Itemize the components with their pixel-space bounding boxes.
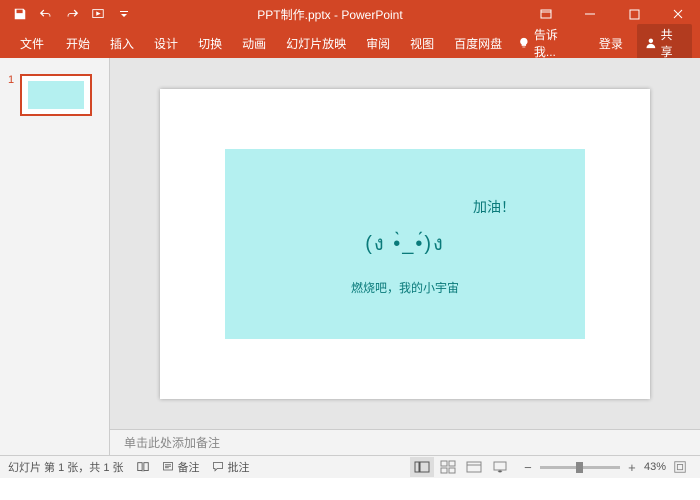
zoom-slider[interactable] [540,466,620,469]
editor-area: 加油！ (ง •̀_•́)ง 燃烧吧，我的小宇宙 单击此处添加备注 [110,58,700,455]
notes-icon [162,461,174,473]
tab-insert[interactable]: 插入 [100,29,144,57]
slide-counter: 幻灯片 第 1 张，共 1 张 [8,459,124,475]
tab-animations[interactable]: 动画 [232,29,276,57]
slide-viewport[interactable]: 加油！ (ง •̀_•́)ง 燃烧吧，我的小宇宙 [110,58,700,429]
login-button[interactable]: 登录 [589,29,633,57]
document-filename: PPT制作.pptx [257,8,330,22]
zoom-slider-thumb[interactable] [576,462,583,473]
thumbnail-preview[interactable] [20,74,92,116]
slide-sorter-view-button[interactable] [436,457,460,477]
status-bar: 幻灯片 第 1 张，共 1 张 备注 批注 − + 43% [0,455,700,478]
slide-text-line1: 加油！ [473,197,515,217]
qat-customize-button[interactable] [112,2,136,26]
undo-button[interactable] [34,2,58,26]
fit-to-window-button[interactable] [668,457,692,477]
spellcheck-button[interactable] [136,460,150,474]
zoom-control: − + 43% [522,460,666,475]
tab-design[interactable]: 设计 [144,29,188,57]
thumbnail-number: 1 [8,74,14,116]
tab-slideshow[interactable]: 幻灯片放映 [276,29,356,57]
slide-text-line3: 燃烧吧，我的小宇宙 [225,279,585,296]
zoom-out-button[interactable]: − [522,460,534,475]
ribbon-tabs: 文件 开始 插入 设计 切换 动画 幻灯片放映 审阅 视图 百度网盘 告诉我..… [0,28,700,58]
thumbnail-item[interactable]: 1 [8,74,101,116]
tab-file[interactable]: 文件 [8,29,56,57]
notes-toggle-button[interactable]: 备注 [162,459,200,475]
workspace: 1 加油！ (ง •̀_•́)ง 燃烧吧，我的小宇宙 单击此处添加备注 [0,58,700,455]
app-name: PowerPoint [341,8,402,22]
quick-access-toolbar [0,2,136,26]
person-icon [645,37,657,49]
tab-view[interactable]: 视图 [400,29,444,57]
normal-view-button[interactable] [410,457,434,477]
window-title: PPT制作.pptx - PowerPoint [136,6,524,23]
zoom-in-button[interactable]: + [626,460,638,475]
comments-toggle-button[interactable]: 批注 [212,459,250,475]
slideshow-view-button[interactable] [488,457,512,477]
slide-thumbnail-panel[interactable]: 1 [0,58,110,455]
tab-baidu-netdisk[interactable]: 百度网盘 [444,29,512,57]
book-icon [136,460,150,474]
tab-home[interactable]: 开始 [56,29,100,57]
tell-me-search[interactable]: 告诉我... [512,26,585,60]
notes-pane[interactable]: 单击此处添加备注 [110,429,700,455]
tab-review[interactable]: 审阅 [356,29,400,57]
lightbulb-icon [518,37,530,49]
notes-placeholder: 单击此处添加备注 [124,434,220,451]
slide-canvas[interactable]: 加油！ (ง •̀_•́)ง 燃烧吧，我的小宇宙 [160,89,650,399]
redo-button[interactable] [60,2,84,26]
slide-text-line2: (ง •̀_•́)ง [225,227,585,259]
slide-textbox[interactable]: 加油！ (ง •̀_•́)ง 燃烧吧，我的小宇宙 [225,149,585,339]
tab-transitions[interactable]: 切换 [188,29,232,57]
comment-icon [212,461,224,473]
start-from-beginning-button[interactable] [86,2,110,26]
save-button[interactable] [8,2,32,26]
share-button[interactable]: 共享 [637,24,692,62]
reading-view-button[interactable] [462,457,486,477]
zoom-percentage[interactable]: 43% [644,461,666,473]
